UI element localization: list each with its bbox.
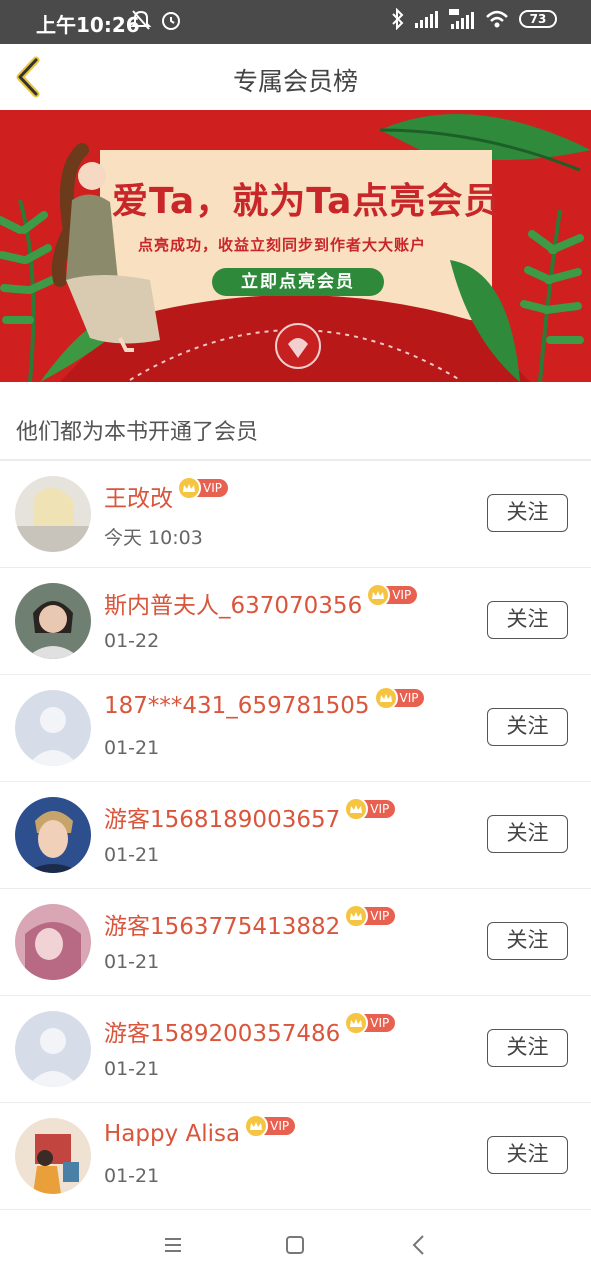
follow-button[interactable]: 关注 — [487, 708, 568, 746]
member-date: 今天 10:03 — [104, 527, 203, 549]
crown-icon — [366, 583, 391, 607]
member-date: 01-21 — [104, 737, 160, 759]
crown-icon — [373, 686, 398, 710]
crown-icon — [244, 1114, 269, 1138]
member-name: 游客1563775413882 — [104, 914, 341, 940]
member-name: 游客1568189003657 — [104, 807, 341, 833]
avatar[interactable] — [15, 1011, 91, 1087]
avatar[interactable] — [15, 904, 91, 980]
follow-button[interactable]: 关注 — [487, 922, 568, 960]
follow-button[interactable]: 关注 — [487, 1029, 568, 1067]
list-item[interactable]: 游客1589200357486 VIP 01-21 关注 — [0, 996, 591, 1103]
list-item[interactable]: 斯内普夫人_637070356 VIP 01-22 关注 — [0, 568, 591, 675]
avatar[interactable] — [15, 583, 91, 659]
member-date: 01-21 — [104, 844, 160, 866]
vip-badge: VIP — [177, 476, 228, 500]
crown-icon — [177, 476, 201, 500]
list-item[interactable]: 187***431_659781505 VIP 01-21 关注 — [0, 675, 591, 782]
member-date: 01-21 — [104, 1058, 160, 1080]
signal-hd-icon — [449, 9, 474, 29]
member-date: 01-21 — [104, 951, 160, 973]
follow-button[interactable]: 关注 — [487, 494, 568, 532]
section-title: 他们都为本书开通了会员 — [16, 420, 259, 445]
list-item[interactable]: 游客1568189003657 VIP 01-21 关注 — [0, 782, 591, 889]
follow-button[interactable]: 关注 — [487, 1136, 568, 1174]
avatar[interactable] — [15, 797, 91, 873]
vip-badge: VIP — [373, 686, 425, 710]
member-name: Happy Alisa — [104, 1121, 241, 1147]
banner-title: 爱Ta，就为Ta点亮会员 — [112, 181, 501, 222]
nav-bar: 专属会员榜 — [0, 44, 591, 110]
follow-button[interactable]: 关注 — [487, 601, 568, 639]
list-item[interactable]: 游客1563775413882 VIP 01-21 关注 — [0, 889, 591, 996]
member-name: 王改改 — [104, 486, 173, 512]
bluetooth-icon — [392, 8, 404, 30]
light-up-member-button[interactable]: 立即点亮会员 — [212, 268, 384, 296]
page-title: 专属会员榜 — [232, 67, 358, 96]
vip-badge: VIP — [344, 1011, 396, 1035]
member-name: 游客1589200357486 — [104, 1021, 341, 1047]
member-date: 01-22 — [104, 630, 160, 652]
home-icon[interactable] — [280, 1230, 310, 1260]
wifi-icon — [486, 10, 508, 28]
follow-button[interactable]: 关注 — [487, 815, 568, 853]
vip-badge: VIP — [366, 583, 418, 607]
system-nav-bar — [0, 1210, 591, 1280]
member-date: 01-21 — [104, 1165, 160, 1187]
vip-badge: VIP — [344, 797, 396, 821]
avatar[interactable] — [15, 1118, 91, 1194]
menu-icon[interactable] — [158, 1230, 188, 1260]
avatar[interactable] — [15, 690, 91, 766]
list-item[interactable]: Happy Alisa VIP 01-21 关注 — [0, 1103, 591, 1210]
member-list: 王改改 VIP 今天 10:03 关注 斯内普夫人_637070356 VIP … — [0, 461, 591, 1210]
member-name: 187***431_659781505 — [104, 693, 370, 719]
member-name: 斯内普夫人_637070356 — [104, 593, 363, 619]
mute-icon — [130, 10, 152, 30]
battery-icon: 73 — [519, 10, 557, 28]
status-bar: 上午10:26 73 — [0, 0, 591, 44]
crown-icon — [344, 797, 369, 821]
banner-subtitle: 点亮成功，收益立刻同步到作者大大账户 — [138, 236, 427, 254]
crown-icon — [344, 1011, 369, 1035]
signal-icon — [415, 11, 438, 28]
alarm-icon — [162, 12, 180, 30]
crown-icon — [344, 904, 369, 928]
list-item[interactable]: 王改改 VIP 今天 10:03 关注 — [0, 461, 591, 568]
avatar[interactable] — [15, 476, 91, 552]
status-time: 上午10:26 — [36, 13, 140, 37]
vip-badge: VIP — [344, 904, 396, 928]
vip-badge: VIP — [244, 1114, 296, 1138]
back-icon[interactable] — [404, 1230, 434, 1260]
